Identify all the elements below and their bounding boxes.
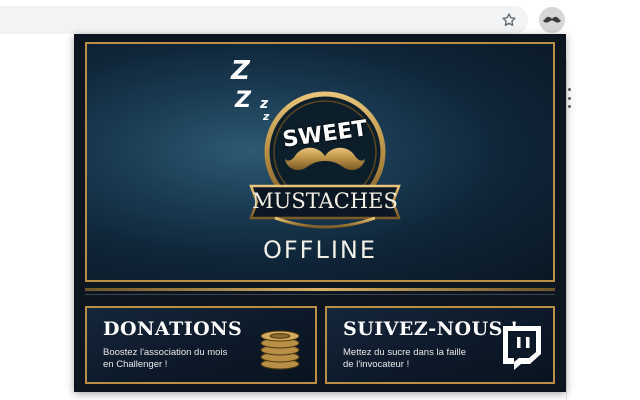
coins-icon: [260, 330, 300, 370]
star-icon[interactable]: [498, 9, 520, 31]
donations-card[interactable]: DONATIONS Boostez l'association du mois …: [85, 306, 317, 384]
address-bar[interactable]: [0, 6, 528, 34]
section-divider: [85, 294, 555, 295]
donations-line-1: Boostez l'association du mois: [103, 347, 228, 358]
mustache-icon: [543, 16, 561, 23]
donations-description: Boostez l'association du mois en Challen…: [103, 347, 233, 371]
follow-title: SUIVEZ-NOUS !: [343, 318, 519, 340]
twitch-icon: [503, 326, 541, 370]
follow-us-card[interactable]: SUIVEZ-NOUS ! Mettez du sucre dans la fa…: [325, 306, 555, 384]
donations-line-2: en Challenger !: [103, 359, 168, 370]
window-divider: [566, 60, 567, 400]
donations-title: DONATIONS: [103, 318, 243, 340]
sweet-mustaches-logo: [249, 91, 401, 229]
brand-mustaches: MUSTACHES: [252, 189, 398, 213]
sleep-z-1: Z: [231, 56, 250, 86]
extension-button[interactable]: [539, 7, 565, 33]
stream-status-text: OFFLINE: [262, 236, 378, 264]
follow-description: Mettez du sucre dans la faille de l'invo…: [343, 347, 473, 371]
stream-status-banner[interactable]: Z Z z z SWEET MUSTACHES OFFLINE: [85, 42, 555, 282]
hero-underline: [85, 288, 555, 291]
extension-popup: Z Z z z SWEET MUSTACHES OFFLINE DONATION…: [74, 34, 566, 392]
follow-line-2: de l'invocateur !: [343, 359, 410, 370]
follow-line-1: Mettez du sucre dans la faille: [343, 347, 467, 358]
